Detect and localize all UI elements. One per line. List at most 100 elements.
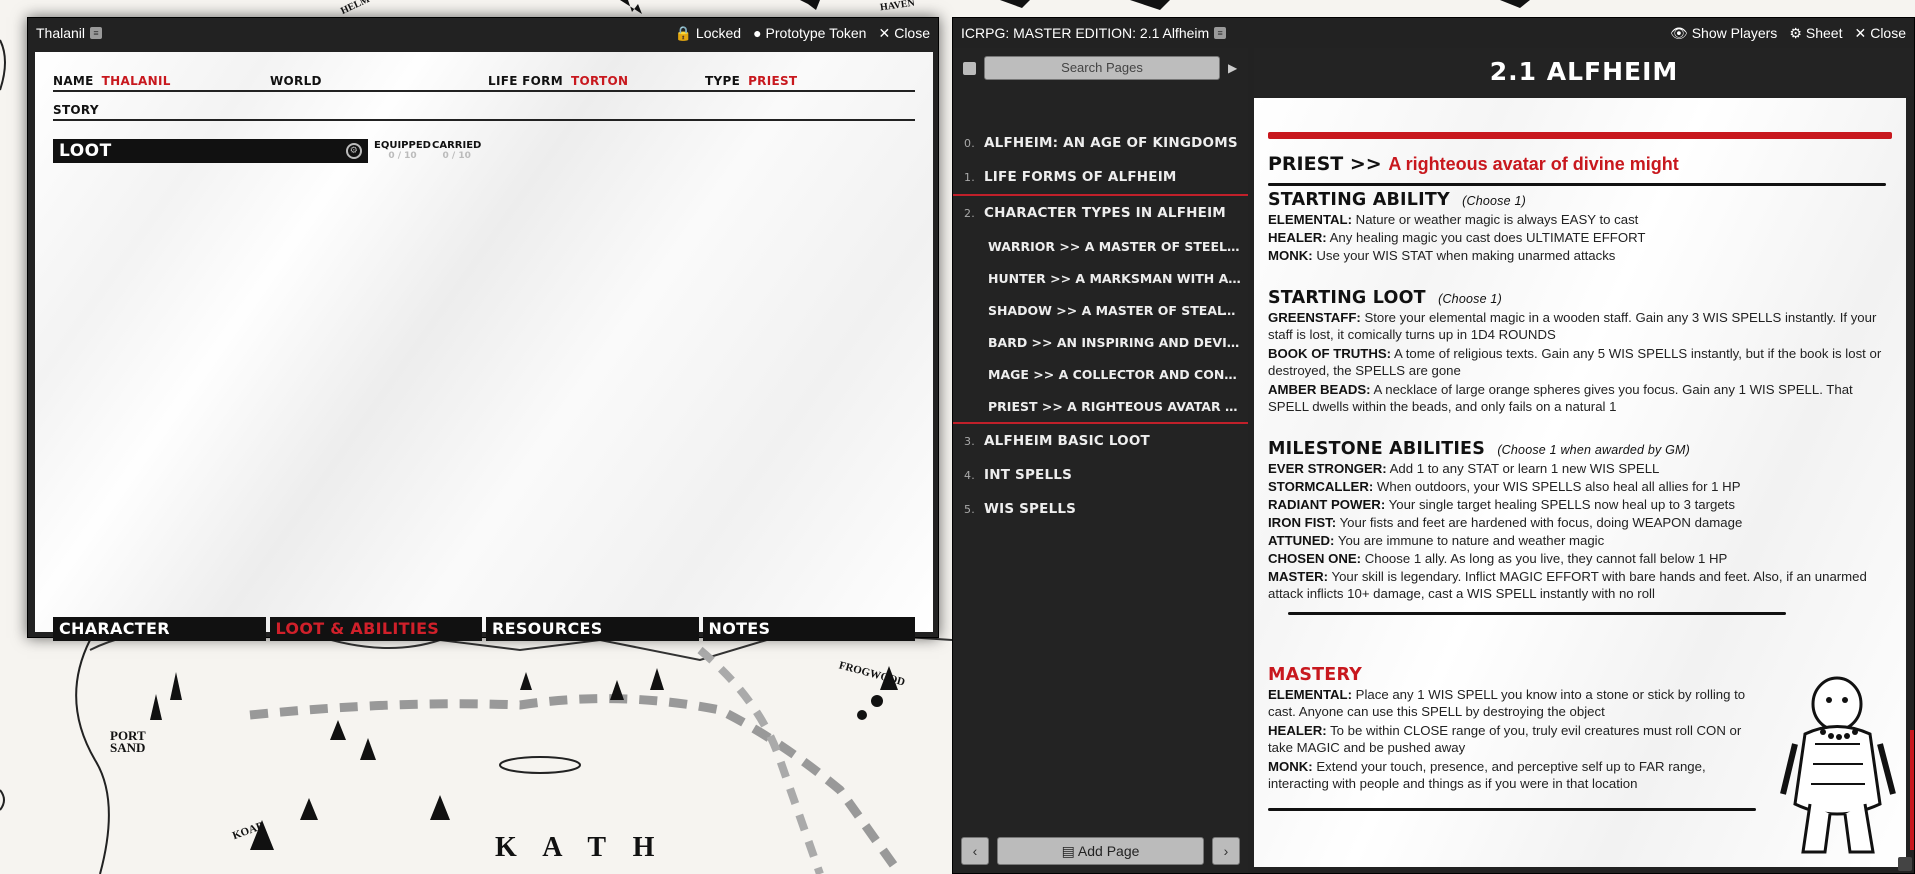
equipped-counter: EQUIPPED 0 / 10 bbox=[374, 140, 431, 161]
mastery-line: MONK: Extend your touch, presence, and p… bbox=[1268, 758, 1756, 792]
toc-num: 0. bbox=[964, 136, 975, 150]
item-key: EVER STRONGER: bbox=[1268, 461, 1387, 476]
id-icon[interactable]: ≡ bbox=[90, 27, 103, 39]
collapse-sidebar-icon[interactable] bbox=[963, 61, 976, 75]
heading-text: STARTING LOOT bbox=[1268, 288, 1426, 308]
equipped-value: 0 / 10 bbox=[388, 151, 417, 161]
item-value: Nature or weather magic is always EASY t… bbox=[1355, 212, 1639, 227]
tab-resources[interactable]: RESOURCES bbox=[486, 617, 699, 641]
section-heading: MASTERY bbox=[1268, 665, 1756, 685]
journal-titlebar[interactable]: ICRPG: MASTER EDITION: 2.1 Alfheim ≡ 👁 S… bbox=[953, 18, 1914, 48]
previous-page-button[interactable]: ‹ bbox=[961, 837, 989, 865]
item-value: When outdoors, your WIS SPELLS also heal… bbox=[1376, 479, 1741, 494]
item-key: MASTER: bbox=[1268, 569, 1329, 584]
toc-item-active[interactable]: 2. CHARACTER TYPES IN ALFHEIM bbox=[953, 196, 1248, 230]
prototype-token-label: Prototype Token bbox=[765, 25, 867, 41]
toc-num: 4. bbox=[964, 468, 975, 482]
toc-num: 2. bbox=[964, 206, 975, 220]
toc-num: 1. bbox=[964, 170, 975, 184]
toc-label: CHARACTER TYPES IN ALFHEIM bbox=[984, 205, 1226, 221]
lifeform-field[interactable]: LIFE FORM TORTON bbox=[488, 74, 628, 88]
toc-sub-label: PRIEST >> A RIGHTEOUS AVATAR OF ... bbox=[988, 398, 1243, 414]
mastery-section: MASTERY ELEMENTAL: Place any 1 WIS SPELL… bbox=[1268, 665, 1756, 811]
sheet-titlebar[interactable]: Thalanil ≡ 🔒 Locked ● Prototype Token ✕ … bbox=[28, 18, 938, 48]
character-sheet-window[interactable]: Thalanil ≡ 🔒 Locked ● Prototype Token ✕ … bbox=[27, 17, 939, 641]
sheet-close-button[interactable]: ✕ Close bbox=[878, 25, 930, 42]
toc-item[interactable]: 5. WIS SPELLS bbox=[953, 492, 1248, 526]
name-field[interactable]: NAME THALANIL bbox=[53, 74, 171, 88]
toc-label: INT SPELLS bbox=[984, 467, 1072, 483]
lock-icon: 🔒 bbox=[674, 24, 692, 41]
class-title: PRIEST >> A righteous avatar of divine m… bbox=[1268, 153, 1679, 175]
item-value: To be within CLOSE range of you, truly e… bbox=[1268, 723, 1742, 755]
milestone-line: EVER STRONGER: Add 1 to any STAT or lear… bbox=[1268, 460, 1886, 477]
item-key: HEALER: bbox=[1268, 230, 1327, 245]
item-key: HEALER: bbox=[1268, 723, 1327, 738]
milestone-section: MILESTONE ABILITIES (Choose 1 when award… bbox=[1268, 439, 1886, 615]
lifeform-value[interactable]: TORTON bbox=[571, 74, 628, 88]
next-page-button[interactable]: › bbox=[1212, 837, 1240, 865]
show-players-button[interactable]: 👁 Show Players bbox=[1670, 25, 1777, 42]
item-value: Your fists and feet are hardened with fo… bbox=[1339, 515, 1743, 530]
item-value: Use your WIS STAT when making unarmed at… bbox=[1316, 248, 1616, 263]
toc-item[interactable]: 0. ALFHEIM: AN AGE OF KINGDOMS bbox=[953, 126, 1248, 160]
milestone-line: CHOSEN ONE: Choose 1 ally. As long as yo… bbox=[1268, 550, 1886, 567]
type-field[interactable]: TYPE PRIEST bbox=[705, 74, 797, 88]
item-key: RADIANT POWER: bbox=[1268, 497, 1386, 512]
add-page-label: Add Page bbox=[1077, 843, 1140, 859]
ability-line: MONK: Use your WIS STAT when making unar… bbox=[1268, 247, 1886, 264]
brush-divider bbox=[1268, 183, 1886, 186]
toc-active-group: 2. CHARACTER TYPES IN ALFHEIM WARRIOR >>… bbox=[953, 194, 1248, 424]
toc-item[interactable]: 1. LIFE FORMS OF ALFHEIM bbox=[953, 160, 1248, 194]
sheet-config-button[interactable]: ⚙ Sheet bbox=[1789, 25, 1842, 42]
locked-button[interactable]: 🔒 Locked bbox=[674, 25, 741, 42]
item-key: MONK: bbox=[1268, 248, 1313, 263]
toc-subitem[interactable]: MAGE >> A COLLECTOR AND CONDUIT... bbox=[953, 358, 1248, 390]
journal-window[interactable]: ICRPG: MASTER EDITION: 2.1 Alfheim ≡ 👁 S… bbox=[952, 17, 1915, 874]
loot-label: LOOT bbox=[59, 141, 112, 161]
red-divider bbox=[1268, 132, 1892, 139]
item-key: GREENSTAFF: bbox=[1268, 310, 1361, 325]
item-key: BOOK OF TRUTHS: bbox=[1268, 346, 1392, 361]
page-scrollbar[interactable] bbox=[1910, 730, 1914, 850]
id-icon[interactable]: ≡ bbox=[1214, 27, 1227, 39]
toc-sub-label: BARD >> AN INSPIRING AND DEVIOUS T... bbox=[988, 334, 1243, 350]
class-tagline: A righteous avatar of divine might bbox=[1388, 154, 1679, 174]
page-content[interactable]: PRIEST >> A righteous avatar of divine m… bbox=[1254, 98, 1906, 867]
class-name: PRIEST >> bbox=[1268, 153, 1382, 175]
mastery-line: ELEMENTAL: Place any 1 WIS SPELL you kno… bbox=[1268, 686, 1756, 720]
brush-divider bbox=[1288, 612, 1786, 615]
item-key: ELEMENTAL: bbox=[1268, 687, 1352, 702]
search-row: Search Pages ▶ bbox=[953, 48, 1248, 88]
toc-item[interactable]: 4. INT SPELLS bbox=[953, 458, 1248, 492]
tab-loot-abilities[interactable]: LOOT & ABILITIES bbox=[269, 617, 482, 641]
close-icon: ✕ bbox=[1854, 24, 1867, 41]
toc-subitem[interactable]: BARD >> AN INSPIRING AND DEVIOUS T... bbox=[953, 326, 1248, 358]
journal-close-button[interactable]: ✕ Close bbox=[1854, 25, 1906, 42]
gear-icon[interactable]: ⚙ bbox=[346, 143, 362, 159]
toc-subitem[interactable]: SHADOW >> A MASTER OF STEALTH A... bbox=[953, 294, 1248, 326]
loot-header[interactable]: LOOT ⚙ bbox=[53, 139, 368, 163]
search-pages-input[interactable]: Search Pages bbox=[984, 56, 1220, 80]
toc-subitem[interactable]: WARRIOR >> A MASTER OF STEEL W... bbox=[953, 230, 1248, 262]
name-value[interactable]: THALANIL bbox=[102, 74, 171, 88]
tab-notes[interactable]: NOTES bbox=[702, 617, 915, 641]
item-key: STORMCALLER: bbox=[1268, 479, 1374, 494]
toc-label: ALFHEIM BASIC LOOT bbox=[984, 433, 1150, 449]
toc-subitem[interactable]: HUNTER >> A MARKSMAN WITH A KN... bbox=[953, 262, 1248, 294]
tab-character[interactable]: CHARACTER bbox=[53, 617, 266, 641]
story-row[interactable]: STORY bbox=[53, 99, 915, 121]
prototype-token-button[interactable]: ● Prototype Token bbox=[753, 25, 866, 41]
toc-item[interactable]: 3. ALFHEIM BASIC LOOT bbox=[953, 424, 1248, 458]
chevron-left-icon: ‹ bbox=[972, 843, 978, 859]
world-field[interactable]: WORLD bbox=[270, 74, 330, 88]
resize-handle-icon[interactable] bbox=[1898, 857, 1912, 871]
type-value[interactable]: PRIEST bbox=[748, 74, 797, 88]
loot-line: AMBER BEADS: A necklace of large orange … bbox=[1268, 381, 1886, 415]
starting-ability-section: STARTING ABILITY (Choose 1) ELEMENTAL: N… bbox=[1268, 190, 1886, 265]
sidebar-footer: ‹ ▤ Add Page › bbox=[961, 837, 1240, 865]
chevron-right-icon[interactable]: ▶ bbox=[1228, 61, 1237, 75]
sheet-window-title: Thalanil bbox=[36, 25, 86, 41]
toc-subitem[interactable]: PRIEST >> A RIGHTEOUS AVATAR OF ... bbox=[953, 390, 1248, 422]
add-page-button[interactable]: ▤ Add Page bbox=[997, 837, 1204, 865]
